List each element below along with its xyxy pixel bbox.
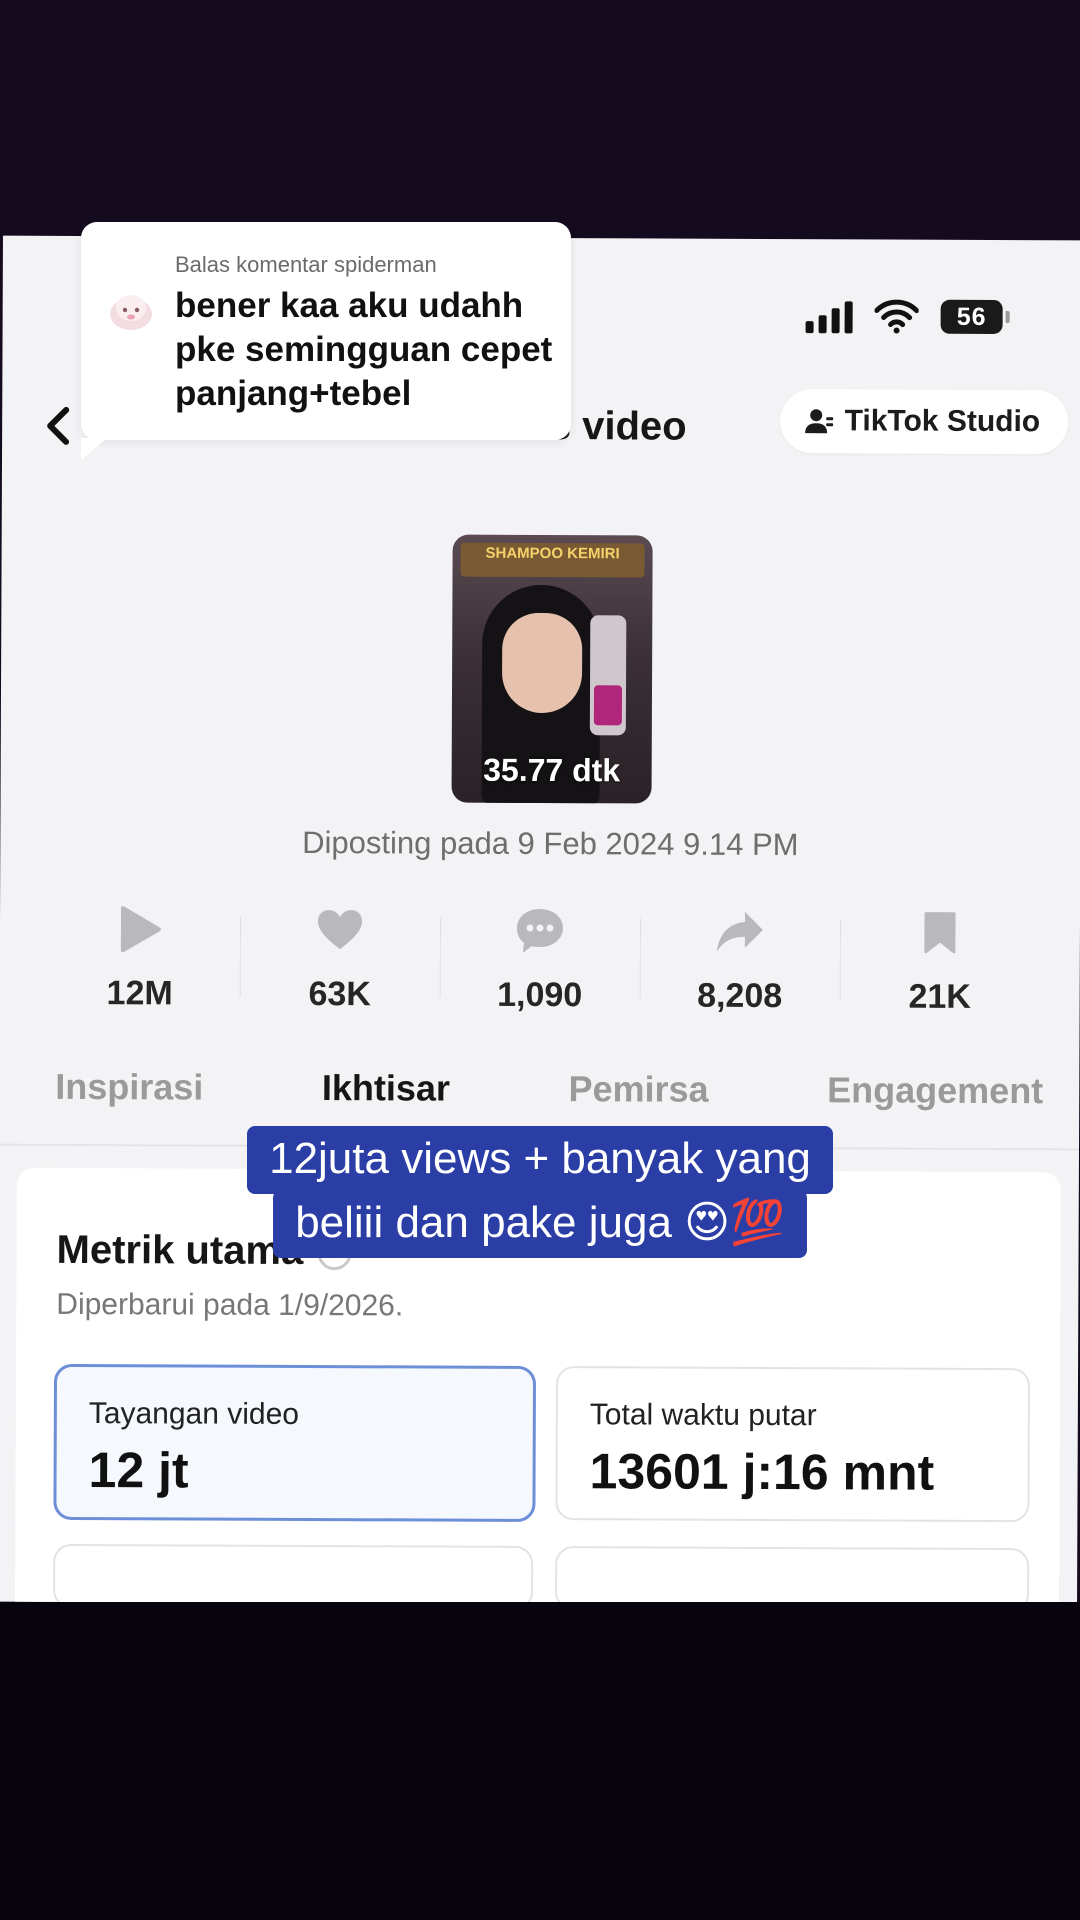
- play-icon: [120, 906, 161, 953]
- stat-views: 12M: [40, 896, 241, 1014]
- video-thumbnail[interactable]: SHAMPOO KEMIRI 35.77 dtk: [451, 534, 653, 804]
- comment-avatar-icon: [110, 295, 152, 330]
- battery-icon: 56: [940, 299, 1003, 335]
- video-stats: 12M 63K 1,090 8,208 21K: [40, 896, 1041, 1017]
- user-icon: [805, 409, 834, 434]
- metric-value: 13601 j:16 mnt: [589, 1443, 935, 1501]
- video-bottom-background: [0, 1602, 1080, 1920]
- stat-saves: 21K: [840, 899, 1041, 1017]
- stat-likes: 63K: [240, 897, 441, 1015]
- wifi-icon: [874, 299, 919, 334]
- comment-icon: [516, 908, 563, 953]
- stat-comments: 1,090: [440, 898, 641, 1016]
- thumbnail-banner: SHAMPOO KEMIRI: [460, 542, 645, 578]
- metric-label: Tayangan video: [88, 1397, 300, 1431]
- metric-tile-next[interactable]: [554, 1546, 1030, 1607]
- metric-tile-watch-time[interactable]: Total waktu putar 13601 j:16 mnt: [555, 1366, 1031, 1523]
- video-caption: 12juta views + banyak yang beliii dan pa…: [0, 1126, 1080, 1258]
- cellular-signal-icon: [805, 299, 853, 334]
- caption-line-2: beliii dan pake juga 😍💯: [273, 1190, 807, 1258]
- metric-label: Total waktu putar: [589, 1398, 817, 1433]
- heart-icon: [317, 910, 362, 950]
- stat-value: 1,090: [497, 975, 583, 1015]
- stat-value: 12M: [106, 974, 173, 1013]
- tiktok-studio-button[interactable]: TikTok Studio: [780, 389, 1069, 455]
- thumbnail-product: [589, 615, 627, 736]
- metric-value: 12 jt: [88, 1442, 189, 1499]
- battery-level: 56: [956, 302, 987, 331]
- metrics-updated-date: Diperbarui pada 1/9/2026.: [56, 1287, 404, 1323]
- video-top-background: [0, 0, 1080, 240]
- metric-tile-next[interactable]: [52, 1543, 534, 1607]
- stat-value: 63K: [308, 974, 371, 1014]
- stat-value: 21K: [908, 977, 971, 1016]
- reply-comment-bubble[interactable]: Balas komentar spiderman bener kaa aku u…: [81, 222, 571, 460]
- stat-value: 8,208: [697, 976, 783, 1016]
- metric-tile-video-views[interactable]: Tayangan video 12 jt: [53, 1363, 537, 1522]
- thumbnail-face: [501, 612, 583, 714]
- reply-label: Balas komentar spiderman: [175, 252, 437, 277]
- status-bar: 56: [805, 299, 1003, 335]
- share-icon: [716, 911, 763, 952]
- stat-shares: 8,208: [640, 898, 841, 1016]
- video-duration: 35.77 dtk: [483, 751, 621, 789]
- tiktok-studio-label: TikTok Studio: [844, 404, 1041, 439]
- bookmark-icon: [924, 912, 956, 954]
- tiktok-analytics-screen: 56 Analisis video TikTok Studio SHAMPOO …: [0, 235, 1080, 1607]
- caption-line-1: 12juta views + banyak yang: [247, 1126, 833, 1194]
- reply-comment-text: bener kaa aku udahh pke semingguan cepet…: [175, 286, 553, 413]
- posted-date: Diposting pada 9 Feb 2024 9.14 PM: [302, 824, 799, 863]
